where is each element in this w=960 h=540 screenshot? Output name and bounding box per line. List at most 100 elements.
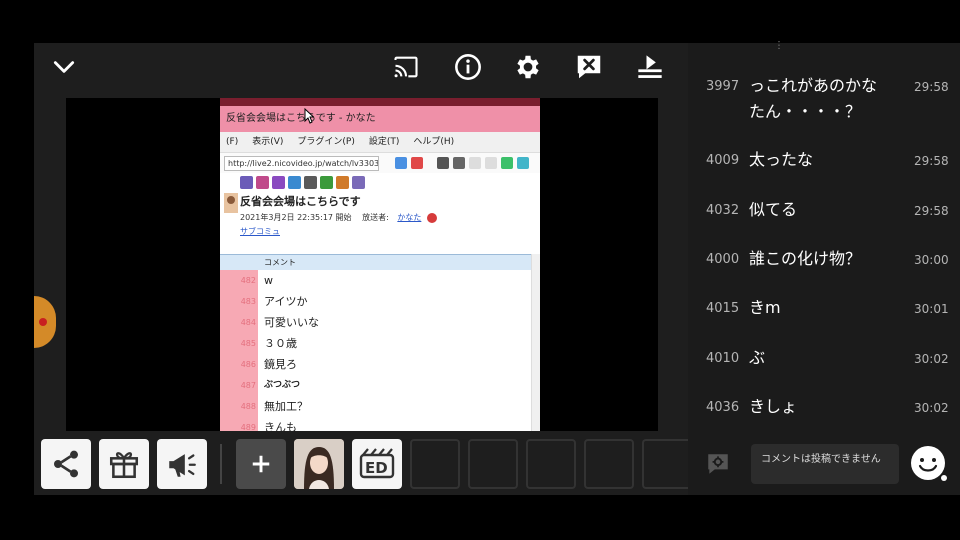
smiley-icon <box>911 446 947 481</box>
capture-toolbar-icon <box>240 175 253 189</box>
action-bar-divider <box>220 444 222 484</box>
capture-tool-button <box>437 157 449 169</box>
video-player[interactable]: 反省会会場はこちらです - かなた (F) 表示(V) プラグイン(P) 設定(… <box>66 98 658 431</box>
capture-row-number: 484 <box>220 312 258 333</box>
capture-url-row: http://live2.nicovideo.jp/watch/lv330323 <box>220 153 540 173</box>
empty-slot[interactable] <box>642 439 688 489</box>
capture-tool-button <box>395 157 407 169</box>
empty-slot[interactable] <box>468 439 518 489</box>
ed-button[interactable]: ED <box>352 439 402 489</box>
comment-number: 4009 <box>706 153 740 168</box>
cast-button[interactable] <box>390 51 422 83</box>
comment-settings-button[interactable] <box>704 451 732 481</box>
comment-number: 4032 <box>706 203 740 218</box>
capture-tool-button <box>411 157 423 169</box>
comment-off-icon <box>577 55 601 79</box>
stop-download-icon <box>638 55 662 78</box>
share-button[interactable] <box>41 439 91 489</box>
capture-menu-item: ヘルプ(H) <box>413 137 455 147</box>
background-play-button[interactable] <box>634 51 666 83</box>
empty-slot[interactable] <box>526 439 576 489</box>
capture-row: 485 ３０歳 <box>220 333 540 354</box>
capture-menu-item: 設定(T) <box>368 137 400 147</box>
avatar-image-icon <box>294 439 344 489</box>
gear-icon <box>517 55 539 79</box>
capture-scrollbar <box>531 254 540 431</box>
comment-number: 4036 <box>706 400 740 415</box>
collapse-button[interactable] <box>48 51 80 83</box>
comment-number: 4000 <box>706 252 740 267</box>
info-button[interactable] <box>452 51 484 83</box>
share-icon <box>54 450 78 478</box>
comment-toggle-button[interactable] <box>573 51 605 83</box>
emoji-button[interactable] <box>910 445 950 489</box>
capture-live-info: 反省会会場はこちらです 2021年3月2日 22:35:17 開始 放送者: か… <box>220 191 540 239</box>
capture-column-header: コメント <box>220 254 540 270</box>
capture-row-number: 487 <box>220 375 258 396</box>
capture-toolbar-icon <box>320 175 333 189</box>
comment-scroll-overflow: ︙ <box>774 41 784 52</box>
capture-row-number: 482 <box>220 270 258 291</box>
gift-icon <box>109 452 139 479</box>
capture-broadcaster-name: かなた <box>397 213 422 222</box>
avatar-thumbnail[interactable] <box>294 439 344 489</box>
capture-row: 487 ぶつぶつ <box>220 375 540 396</box>
capture-column-header-text: コメント <box>264 258 296 267</box>
capture-row-number: 489 <box>220 417 258 431</box>
add-button[interactable] <box>236 439 286 489</box>
capture-row: 482 w <box>220 270 540 291</box>
gift-button[interactable] <box>99 439 149 489</box>
empty-slot[interactable] <box>584 439 634 489</box>
capture-broadcaster-label: 放送者: <box>362 213 389 222</box>
capture-window-title: 反省会会場はこちらです - かなた <box>220 106 540 132</box>
capture-row-text: ぶつぶつ <box>264 380 301 390</box>
comment-time: 30:02 <box>914 352 949 366</box>
capture-url-field: http://live2.nicovideo.jp/watch/lv330323 <box>224 155 379 171</box>
capture-row-text: 鏡見ろ <box>264 358 297 371</box>
capture-live-title: 反省会会場はこちらです <box>240 195 361 208</box>
capture-toolbar-icon <box>336 175 349 189</box>
capture-toolbar-icon <box>256 175 269 189</box>
capture-badge-icon <box>426 212 437 223</box>
comment-text: 誰この化け物？ <box>749 249 862 268</box>
capture-row-number: 483 <box>220 291 258 312</box>
record-dot-icon <box>39 318 47 326</box>
empty-slot[interactable] <box>410 439 460 489</box>
cast-icon <box>394 56 418 78</box>
capture-tool-button <box>517 157 529 169</box>
capture-row-number: 488 <box>220 396 258 417</box>
comment-number: 4015 <box>706 301 740 316</box>
capture-sub-link: サブコミュ <box>240 227 280 236</box>
comments-panel: ︙ 3997 っこれがあのかなたん・・・・？ 29:58 4009 太ったな 2… <box>688 41 960 495</box>
capture-window-title-text: 反省会会場はこちらです - かなた <box>226 113 376 124</box>
action-bar: ED <box>34 436 688 490</box>
comment-text: きm <box>749 298 781 317</box>
comment-time: 30:00 <box>914 253 949 267</box>
capture-row-text: w <box>264 274 273 287</box>
capture-toolbar-icon <box>304 175 317 189</box>
capture-row-text: アイツか <box>264 295 308 308</box>
comment-time: 29:58 <box>914 154 949 168</box>
capture-row: 488 無加工？ <box>220 396 540 417</box>
capture-tool-button <box>469 157 481 169</box>
capture-menu-item: 表示(V) <box>252 137 284 147</box>
capture-menu-item: (F) <box>226 137 239 147</box>
settings-button[interactable] <box>512 51 544 83</box>
mouse-cursor-icon <box>304 108 314 124</box>
comment-time: 29:58 <box>914 80 949 94</box>
live-thumbnail-icon <box>224 193 238 213</box>
capture-tool-button <box>501 157 513 169</box>
capture-row-number: 486 <box>220 354 258 375</box>
announce-button[interactable] <box>157 439 207 489</box>
capture-toolbar-icon <box>272 175 285 189</box>
screen-capture: 反省会会場はこちらです - かなた (F) 表示(V) プラグイン(P) 設定(… <box>220 98 540 431</box>
capture-row: 486 鏡見ろ <box>220 354 540 375</box>
ed-label: ED <box>365 459 388 477</box>
capture-menu-bar: (F) 表示(V) プラグイン(P) 設定(T) ヘルプ(H) <box>220 132 540 153</box>
capture-row-text: きんも <box>264 421 297 431</box>
capture-row-number: 485 <box>220 333 258 354</box>
comment-text: きしょ <box>749 397 798 416</box>
comment-input[interactable]: コメントは投稿できません <box>751 444 899 484</box>
chevron-down-icon <box>53 61 75 73</box>
capture-menu-item: プラグイン(P) <box>297 137 355 147</box>
